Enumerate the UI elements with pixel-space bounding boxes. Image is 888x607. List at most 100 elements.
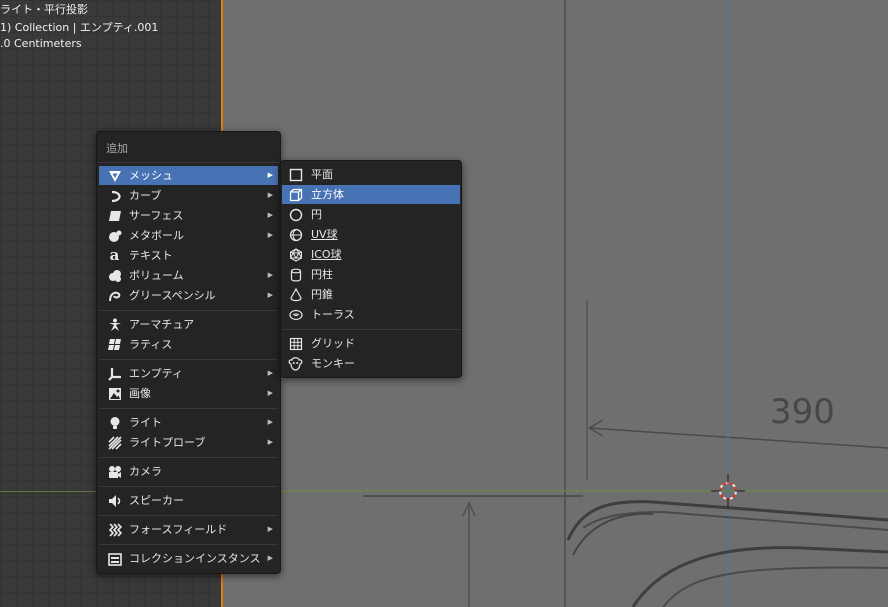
menu-item-label: スピーカー [129,494,184,507]
menu-item-label: フォースフィールド [129,523,228,536]
ico-sphere-icon [288,247,303,262]
menu-item-light[interactable]: ライト ▶ [99,413,278,432]
separator [99,359,278,360]
camera-icon [107,464,122,479]
menu-item-grease-pencil[interactable]: グリースペンシル ▶ [99,286,278,305]
volume-icon [107,268,122,283]
menu-item-force-field[interactable]: フォースフィールド ▶ [99,520,278,539]
menu-item-label: ICO球 [311,248,342,261]
menu-item-lattice[interactable]: ラティス [99,335,278,354]
light-icon [107,415,122,430]
menu-item-uv-sphere[interactable]: UV球 [282,225,460,244]
menu-item-label: トーラス [311,308,355,321]
menu-item-label: 画像 [129,387,151,400]
lattice-icon [107,337,122,352]
menu-item-text[interactable]: a テキスト [99,246,278,265]
image-icon [107,386,122,401]
menu-item-label: 平面 [311,168,333,181]
collection-instance-icon [107,551,122,566]
menu-item-empty[interactable]: エンプティ ▶ [99,364,278,383]
menu-item-cone[interactable]: 円錐 [282,285,460,304]
light-probe-icon [107,435,122,450]
menu-item-speaker[interactable]: スピーカー [99,491,278,510]
submenu-arrow-icon: ▶ [267,369,273,377]
menu-item-label: カメラ [129,465,162,478]
metaball-icon [107,228,122,243]
armature-icon [107,317,122,332]
dimension-label: 390 [770,392,835,432]
menu-item-label: モンキー [311,357,355,370]
menu-item-metaball[interactable]: メタボール ▶ [99,226,278,245]
cube-icon [288,187,303,202]
submenu-arrow-icon: ▶ [267,191,273,199]
viewport-scale-info: .0 Centimeters [0,37,82,50]
menu-item-label: ボリューム [129,269,184,282]
submenu-arrow-icon: ▶ [267,171,273,179]
menu-item-label: グリースペンシル [129,289,216,302]
uv-sphere-icon [288,227,303,242]
mesh-icon [107,168,122,183]
plane-icon [288,167,303,182]
menu-item-volume[interactable]: ボリューム ▶ [99,266,278,285]
menu-item-label: メタボール [129,229,184,242]
separator [99,486,278,487]
empty-icon [107,366,122,381]
menu-item-plane[interactable]: 平面 [282,165,460,184]
menu-item-label: ライトプローブ [129,436,206,449]
cylinder-icon [288,267,303,282]
submenu-arrow-icon: ▶ [267,554,273,562]
menu-item-monkey[interactable]: モンキー [282,354,460,373]
menu-item-label: 立方体 [311,188,344,201]
separator [99,515,278,516]
submenu-arrow-icon: ▶ [267,389,273,397]
submenu-arrow-icon: ▶ [267,271,273,279]
separator [99,457,278,458]
menu-item-cube[interactable]: 立方体 [282,185,460,204]
menu-item-label: コレクションインスタンス [129,552,261,565]
menu-item-label: テキスト [129,249,173,262]
menu-item-ico-sphere[interactable]: ICO球 [282,245,460,264]
menu-item-circle[interactable]: 円 [282,205,460,224]
menu-item-label: ラティス [129,338,173,351]
menu-item-label: 円柱 [311,268,333,281]
menu-item-cylinder[interactable]: 円柱 [282,265,460,284]
menu-item-armature[interactable]: アーマチュア [99,315,278,334]
add-menu: 追加 メッシュ ▶ カーブ ▶ サーフェス ▶ メタボール ▶ a テキスト ボ… [96,131,281,574]
submenu-arrow-icon: ▶ [267,211,273,219]
curve-icon [107,188,122,203]
menu-item-image[interactable]: 画像 ▶ [99,384,278,403]
circle-icon [288,207,303,222]
menu-item-mesh[interactable]: メッシュ ▶ [99,166,278,185]
menu-item-label: ライト [129,416,162,429]
mesh-submenu: 平面 立方体 円 UV球 ICO球 円柱 円錐 トーラス グリッド モンキー [280,160,462,378]
menu-item-label: UV球 [311,228,338,241]
monkey-icon [288,356,303,371]
separator [99,310,278,311]
menu-item-label: 円錐 [311,288,333,301]
menu-item-camera[interactable]: カメラ [99,462,278,481]
surface-icon [107,208,122,223]
viewport-collection-info: 1) Collection | エンプティ.001 [0,21,159,34]
menu-item-label: メッシュ [129,169,173,182]
menu-title: 追加 [106,142,128,155]
separator [282,329,460,330]
text-icon: a [109,246,120,264]
torus-icon [288,307,303,322]
menu-item-light-probe[interactable]: ライトプローブ ▶ [99,433,278,452]
cone-icon [288,287,303,302]
menu-item-collection-instance[interactable]: コレクションインスタンス ▶ [99,549,278,568]
menu-item-surface[interactable]: サーフェス ▶ [99,206,278,225]
menu-item-label: グリッド [311,337,355,350]
speaker-icon [107,493,122,508]
submenu-arrow-icon: ▶ [267,291,273,299]
submenu-arrow-icon: ▶ [267,418,273,426]
menu-item-label: 円 [311,208,322,221]
menu-item-label: エンプティ [129,367,184,380]
separator [99,408,278,409]
force-field-icon [107,522,122,537]
menu-item-curve[interactable]: カーブ ▶ [99,186,278,205]
viewport-view-name: ライト・平行投影 [0,3,88,16]
menu-item-grid[interactable]: グリッド [282,334,460,353]
menu-item-label: アーマチュア [129,318,195,331]
menu-item-torus[interactable]: トーラス [282,305,460,324]
